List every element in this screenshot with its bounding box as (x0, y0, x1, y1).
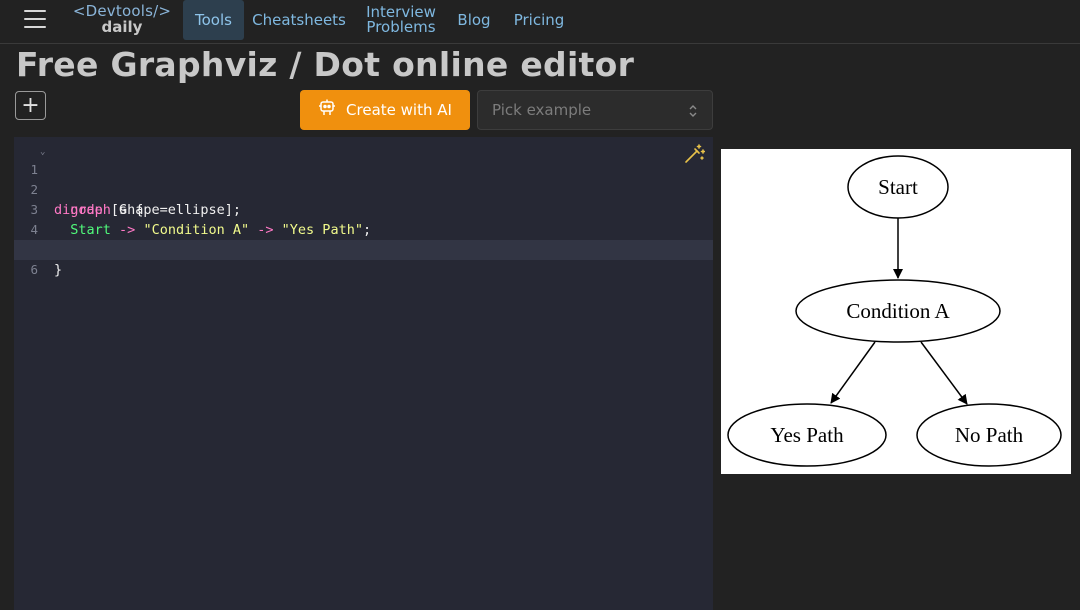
code-line-current[interactable]: 6 (14, 240, 713, 277)
code-line[interactable]: 3 Start -> "Condition A" -> "Yes Path"; (14, 180, 713, 238)
graph-edge-condition-no (920, 341, 968, 405)
magic-wand-icon[interactable] (683, 143, 706, 165)
graph-node-start: Start (847, 155, 949, 219)
nav-link-interview-problems[interactable]: Interview Problems (360, 0, 442, 40)
hamburger-menu-icon[interactable] (24, 10, 46, 28)
nav-link-tools[interactable]: Tools (183, 0, 244, 40)
code-line[interactable]: 1 ⌄ digraph G { (14, 140, 713, 218)
pick-example-placeholder: Pick example (492, 101, 592, 119)
graph-node-no-path: No Path (916, 403, 1062, 467)
line-number: 6 (30, 262, 38, 277)
graph-node-label: No Path (955, 423, 1024, 447)
graph-preview: Start Condition A Yes Path No Path (721, 149, 1071, 474)
logo-text-line2: daily (101, 18, 143, 36)
fold-chevron-icon[interactable]: ⌄ (40, 142, 45, 162)
graph-edge-condition-yes (830, 341, 876, 404)
nav-link-problems-label: Problems (366, 18, 436, 36)
graph-svg: Start Condition A Yes Path No Path (727, 155, 1062, 467)
plus-icon: + (21, 92, 40, 118)
new-graph-button[interactable]: + (15, 91, 46, 120)
pick-example-select[interactable]: Pick example (477, 90, 713, 130)
nav-link-cheatsheets-label: Cheatsheets (252, 11, 346, 29)
chevron-up-down-icon (688, 103, 698, 119)
nav-link-tools-label: Tools (195, 11, 232, 29)
nav-link-blog-label: Blog (457, 11, 491, 29)
create-with-ai-label: Create with AI (346, 101, 452, 119)
nav-link-pricing[interactable]: Pricing (510, 0, 568, 40)
robot-icon (318, 99, 336, 121)
nav-link-pricing-label: Pricing (513, 11, 565, 29)
create-with-ai-button[interactable]: Create with AI (300, 90, 470, 130)
nav-link-cheatsheets[interactable]: Cheatsheets (252, 0, 346, 40)
graph-node-label: Start (878, 175, 918, 199)
dot-code-editor[interactable]: 1 ⌄ digraph G { 2 node [shape=ellipse]; … (14, 137, 713, 610)
logo-text-line1: <Devtools/> (72, 2, 172, 20)
top-navigation: <Devtools/> daily Tools Cheatsheets Inte… (0, 0, 1080, 44)
code-line[interactable]: 4 "Condition A" -> "No Path"; (14, 200, 713, 258)
code-line[interactable]: 5 } (14, 220, 713, 278)
graph-node-label: Condition A (846, 299, 950, 323)
page-title: Free Graphviz / Dot online editor (16, 45, 635, 84)
code-line-text: } (54, 262, 63, 278)
nav-link-blog[interactable]: Blog (452, 0, 496, 40)
devtools-daily-logo[interactable]: <Devtools/> daily (70, 4, 174, 38)
graph-node-label: Yes Path (770, 423, 844, 447)
graph-node-condition-a: Condition A (795, 279, 1001, 343)
graph-node-yes-path: Yes Path (727, 403, 887, 467)
code-line[interactable]: 2 node [shape=ellipse]; (14, 160, 713, 218)
